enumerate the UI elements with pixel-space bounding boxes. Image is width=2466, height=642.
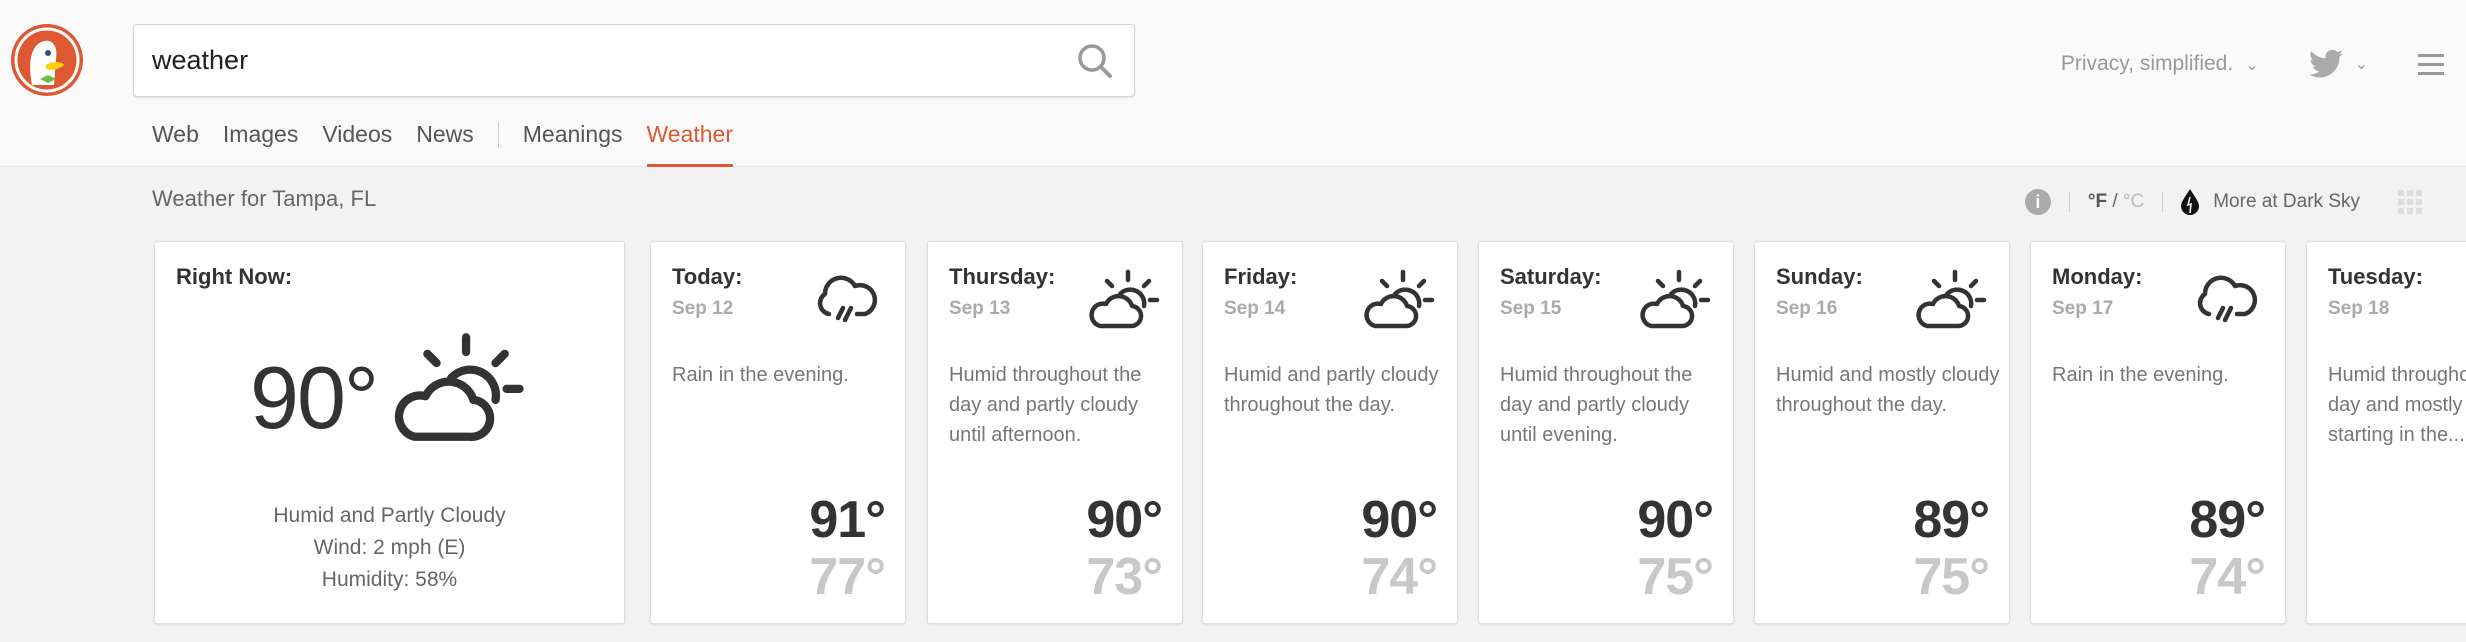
forecast-day-card[interactable]: Monday: Sep 17 Rain in the evening. 89° … [2030, 241, 2286, 624]
current-label: Right Now: [176, 264, 293, 289]
day-name: Sunday: [1776, 264, 1863, 289]
current-summary: Humid and Partly Cloudy [273, 504, 506, 527]
forecast-day-card[interactable]: Tuesday: Sep 18 Humid throughout the day… [2306, 241, 2466, 624]
day-description: Humid throughout the day and mostly clou… [2328, 364, 2466, 446]
low-temperature: 75° [1637, 548, 1714, 606]
high-temperature: 89° [1913, 491, 1990, 549]
high-temperature: 89° [2189, 491, 2266, 549]
day-description: Humid throughout the day and partly clou… [949, 364, 1142, 446]
partly-cloudy-day-icon [1911, 264, 1987, 334]
forecast-day-card[interactable]: Friday: Sep 14 Humid and partly cloudy t… [1202, 241, 1458, 624]
low-temperature: 74° [2189, 548, 2266, 606]
day-description: Humid and partly cloudy throughout the d… [1224, 364, 1439, 416]
day-description: Rain in the evening. [672, 364, 849, 386]
low-temperature: 75° [1913, 548, 1990, 606]
day-date: Sep 13 [949, 298, 1011, 319]
current-wind: Wind: 2 mph (E) [313, 536, 466, 559]
low-temperature: 73° [1086, 548, 1163, 606]
search-tabs: Web Images Videos News Meanings Weather [152, 116, 757, 167]
dark-sky-icon [2181, 189, 2200, 215]
twitter-icon [2308, 49, 2343, 78]
day-name: Thursday: [949, 264, 1056, 289]
day-description: Humid and mostly cloudy throughout the d… [1776, 364, 2000, 416]
tab-divider [497, 122, 499, 148]
partly-cloudy-day-icon [1635, 264, 1711, 334]
day-date: Sep 17 [2052, 298, 2114, 319]
tab-meanings[interactable]: Meanings [523, 116, 623, 166]
search-input[interactable] [152, 25, 1052, 96]
low-temperature: 74° [1361, 548, 1438, 606]
day-description: Humid throughout the day and partly clou… [1500, 364, 1693, 446]
header: Web Images Videos News Meanings Weather … [0, 0, 2466, 167]
chevron-down-icon: ⌄ [2354, 56, 2368, 73]
day-name: Friday: [1224, 264, 1298, 289]
partly-cloudy-day-icon [1084, 264, 1160, 334]
privacy-label: Privacy, simplified. [2060, 52, 2234, 75]
chevron-down-icon: ⌄ [2245, 57, 2259, 74]
grid-icon[interactable] [2398, 190, 2422, 214]
duckduckgo-logo[interactable] [10, 23, 84, 97]
dark-sky-link[interactable]: More at Dark Sky [2181, 189, 2360, 215]
privacy-dropdown[interactable]: Privacy, simplified. ⌄ [2061, 52, 2259, 76]
unit-celsius[interactable]: °C [2123, 191, 2144, 212]
high-temperature: 90° [1637, 491, 1714, 549]
tab-news[interactable]: News [416, 116, 474, 166]
high-temperature: 91° [809, 491, 886, 549]
current-humidity: Humidity: 58% [321, 568, 458, 591]
high-temperature: 90° [1361, 491, 1438, 549]
dark-sky-label: More at Dark Sky [2213, 191, 2360, 212]
day-description: Rain in the evening. [2052, 364, 2229, 386]
tab-videos[interactable]: Videos [322, 116, 392, 166]
tab-images[interactable]: Images [223, 116, 298, 166]
unit-separator: / [2107, 191, 2123, 212]
forecast-day-card[interactable]: Saturday: Sep 15 Humid throughout the da… [1478, 241, 1734, 624]
info-icon[interactable]: i [2024, 189, 2051, 215]
forecast-day-card[interactable]: Thursday: Sep 13 Humid throughout the da… [927, 241, 1183, 624]
day-name: Saturday: [1500, 264, 1602, 289]
low-temperature: 77° [809, 548, 886, 606]
rain-icon [2187, 264, 2263, 334]
rain-icon [807, 264, 883, 334]
day-date: Sep 12 [672, 298, 734, 319]
weather-tools: i °F / °C More at Dark Sky [2024, 186, 2422, 218]
twitter-dropdown[interactable]: ⌄ [2308, 49, 2368, 79]
partly-cloudy-day-icon [385, 322, 525, 452]
weather-location: Weather for Tampa, FL [152, 186, 377, 211]
day-date: Sep 15 [1500, 298, 1562, 319]
day-date: Sep 16 [1776, 298, 1838, 319]
divider [2162, 192, 2164, 212]
forecast-day-card[interactable]: Sunday: Sep 16 Humid and mostly cloudy t… [1754, 241, 2010, 624]
tab-web[interactable]: Web [152, 116, 199, 166]
day-date: Sep 18 [2328, 298, 2390, 319]
day-name: Today: [672, 264, 743, 289]
tab-weather[interactable]: Weather [646, 116, 733, 167]
divider [2068, 192, 2070, 212]
header-right: Privacy, simplified. ⌄ ⌄ [2061, 44, 2466, 84]
search-box [133, 24, 1135, 97]
forecast-day-card[interactable]: Today: Sep 12 Rain in the evening. 91° 7… [650, 241, 906, 624]
day-name: Monday: [2052, 264, 2143, 289]
unit-fahrenheit[interactable]: °F [2088, 191, 2107, 212]
search-icon[interactable] [1076, 42, 1114, 80]
high-temperature: 90° [1086, 491, 1163, 549]
day-date: Sep 14 [1224, 298, 1286, 319]
partly-cloudy-day-icon [1359, 264, 1435, 334]
hamburger-menu-icon[interactable] [2418, 52, 2444, 76]
unit-toggle[interactable]: °F / °C [2088, 191, 2144, 213]
current-weather-card: Right Now: 90° Humid and Partly Cloudy W… [154, 241, 625, 624]
current-temperature: 90° [250, 348, 379, 447]
day-name: Tuesday: [2328, 264, 2423, 289]
